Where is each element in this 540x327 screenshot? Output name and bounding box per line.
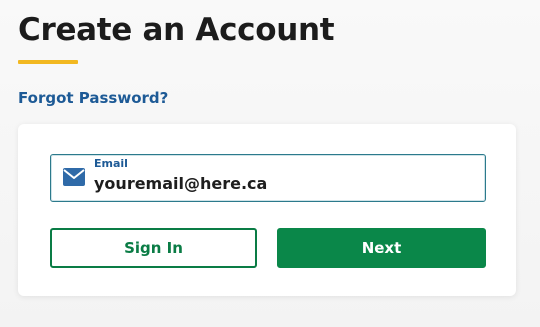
sign-in-button[interactable]: Sign In (50, 228, 257, 268)
title-underline (18, 60, 78, 64)
login-card: Email Sign In Next (18, 124, 516, 296)
forgot-password-link[interactable]: Forgot Password? (18, 87, 168, 109)
next-button[interactable]: Next (277, 228, 486, 268)
email-input[interactable] (94, 173, 474, 195)
email-field[interactable]: Email (50, 154, 486, 202)
envelope-icon (63, 168, 85, 186)
email-label: Email (94, 157, 128, 170)
page-title: Create an Account (18, 12, 335, 48)
